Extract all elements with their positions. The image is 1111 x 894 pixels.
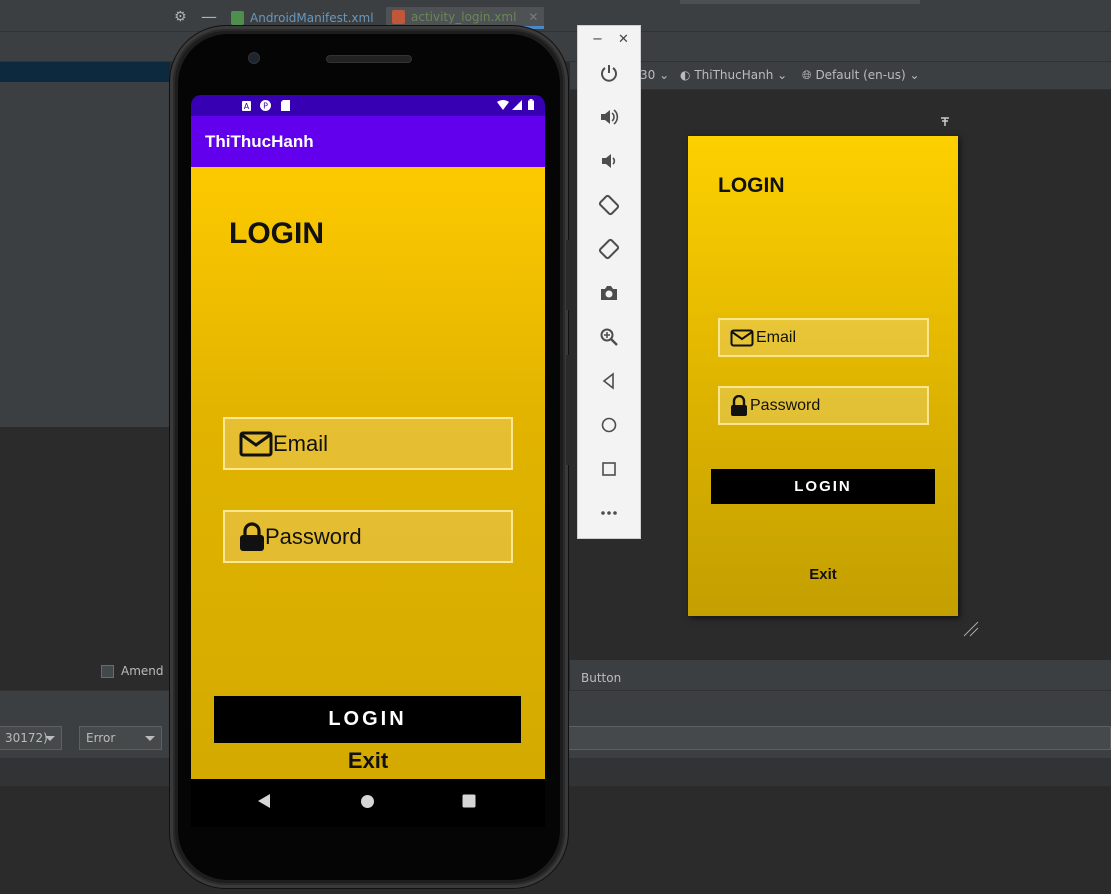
notification-a-icon: A (242, 101, 251, 111)
pin-icon[interactable] (940, 117, 950, 127)
minimize-icon[interactable]: — (201, 7, 217, 26)
locale-selector[interactable]: 🌐︎ Default (en-us) ⌄ (802, 68, 920, 83)
login-screen: LOGIN Email Password LOGIN (191, 167, 545, 779)
rotate-left-icon[interactable] (597, 193, 621, 217)
camera-icon[interactable] (597, 281, 621, 305)
preview-login-button[interactable]: LOGIN (711, 469, 935, 504)
scroll-indicator (680, 0, 920, 4)
password-field[interactable]: Password (223, 510, 513, 563)
xml-file-icon (231, 11, 244, 25)
minimize-icon[interactable]: − (592, 32, 603, 47)
zoom-icon[interactable] (597, 325, 621, 349)
left-tool-panel (0, 82, 170, 427)
api-level-label: 30 (640, 68, 656, 82)
rotate-right-icon[interactable] (597, 237, 621, 261)
api-level-selector[interactable]: 30 ⌄ (640, 68, 669, 82)
nav-home-icon[interactable] (360, 794, 375, 809)
device-volume-button[interactable] (566, 355, 570, 465)
password-hint: Password (750, 396, 821, 414)
lock-icon (731, 394, 747, 416)
earpiece-speaker (326, 55, 412, 63)
preview-exit-text[interactable]: Exit (688, 566, 958, 583)
layout-preview[interactable]: LOGIN Email Password LOGIN Exit (688, 136, 958, 616)
status-bar: A P (191, 95, 545, 116)
tab-label: AndroidManifest.xml (250, 11, 374, 25)
app-bar: ThiThucHanh (191, 116, 545, 167)
signal-icon (512, 100, 522, 110)
sd-card-icon (281, 100, 290, 111)
navigation-bar (191, 779, 545, 827)
preview-email-field[interactable]: Email (718, 318, 929, 357)
wifi-icon (497, 100, 509, 110)
svg-text:A: A (244, 102, 250, 111)
dropdown-arrow-icon (45, 736, 55, 741)
dropdown-arrow-icon (145, 736, 155, 741)
amend-label: Amend (121, 664, 164, 678)
device-power-button[interactable] (566, 240, 570, 310)
preview-login-title: LOGIN (718, 174, 785, 197)
amend-checkbox[interactable]: Amend (101, 664, 164, 678)
battery-icon (528, 99, 534, 110)
password-hint: Password (265, 523, 362, 549)
close-icon[interactable]: ✕ (618, 32, 629, 47)
lock-icon (240, 521, 264, 551)
front-camera (248, 52, 260, 64)
notification-p-icon: P (260, 100, 271, 111)
editor-tab-bar: ⚙ — AndroidManifest.xml ✕ activity_login… (0, 0, 1111, 32)
locale-label: Default (en-us) (815, 68, 906, 82)
mail-icon (730, 329, 754, 346)
overview-icon[interactable] (597, 457, 621, 481)
preview-password-field[interactable]: Password (718, 386, 929, 425)
back-icon[interactable] (597, 369, 621, 393)
power-icon[interactable] (597, 61, 621, 85)
checkbox-box[interactable] (101, 664, 114, 678)
emulator-toolbar: − ✕ (577, 25, 641, 539)
layout-file-icon (392, 9, 405, 24)
component-tree-button[interactable]: Button (581, 671, 621, 685)
exit-button[interactable]: Exit (191, 748, 545, 774)
email-hint: Email (273, 430, 329, 456)
log-level-select[interactable]: Error (79, 726, 162, 750)
logcat-search-input[interactable] (568, 726, 1111, 750)
globe-icon: 🌐︎ (802, 68, 812, 82)
device-screen[interactable]: A P ThiThucHanh LOGIN Email Password LOG… (191, 95, 545, 779)
process-value: 30172) (5, 731, 48, 745)
nav-overview-icon[interactable] (462, 794, 476, 808)
commit-panel (0, 427, 170, 690)
email-field[interactable]: Email (223, 417, 513, 470)
tab-label: activity_login.xml (411, 9, 517, 24)
design-toolbar: 30 ⌄ ◐ ThiThucHanh ⌄ 🌐︎ Default (en-us) … (570, 62, 1111, 90)
close-icon[interactable]: ✕ (528, 10, 538, 24)
theme-selector[interactable]: ◐ ThiThucHanh ⌄ (680, 68, 787, 82)
home-icon[interactable] (597, 413, 621, 437)
email-hint: Email (756, 328, 797, 346)
login-title: LOGIN (229, 217, 324, 250)
resize-handle-icon[interactable] (962, 620, 980, 638)
theme-icon: ◐ (680, 68, 691, 82)
volume-down-icon[interactable] (597, 149, 621, 173)
login-button[interactable]: LOGIN (214, 696, 521, 743)
app-title: ThiThucHanh (205, 132, 314, 151)
gear-icon[interactable]: ⚙ (174, 9, 187, 25)
svg-text:P: P (263, 102, 268, 111)
theme-label: ThiThucHanh (694, 68, 774, 82)
selected-row-highlight (0, 62, 170, 82)
component-tree-bar (570, 660, 1111, 690)
nav-back-icon[interactable] (257, 793, 271, 809)
volume-up-icon[interactable] (597, 105, 621, 129)
more-icon[interactable] (597, 501, 621, 525)
process-select[interactable]: 30172) (0, 726, 62, 750)
log-level-value: Error (86, 731, 116, 745)
mail-icon (239, 431, 273, 456)
